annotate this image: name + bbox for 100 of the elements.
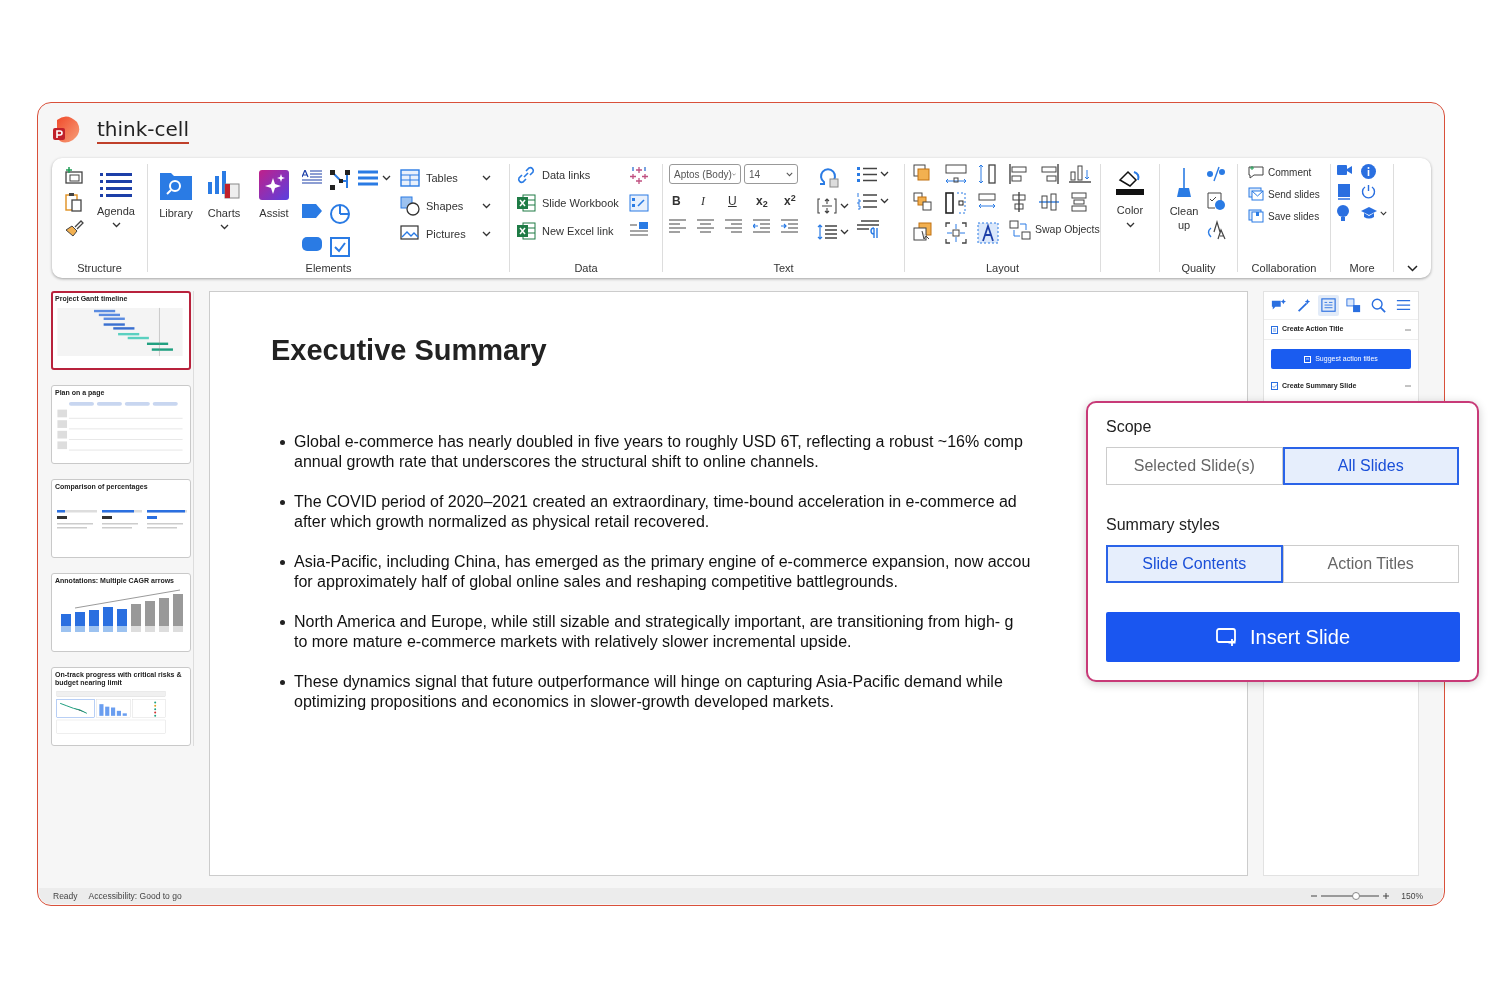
insert-slide-button[interactable]: Insert Slide	[1106, 612, 1460, 662]
spreadsheet-icon	[516, 193, 536, 213]
align-left-icon[interactable]	[669, 219, 686, 233]
superscript-button[interactable]: x$^{2}$	[781, 192, 809, 210]
sparkle-grid-icon[interactable]	[628, 166, 649, 185]
shapes-button[interactable]: Shapes	[400, 195, 491, 217]
caret-icon	[219, 223, 229, 230]
collapse-ribbon-icon[interactable]	[1407, 265, 1418, 272]
clean-up-button[interactable]: Clean up	[1166, 164, 1202, 261]
bar-chart-icon	[207, 170, 241, 200]
caret-icon[interactable]	[840, 229, 849, 235]
font-dropdown[interactable]: Aptos (Body)	[669, 164, 741, 184]
caret-icon[interactable]	[880, 198, 889, 204]
bullet-text: optimizing propositions and economics in slower-growth developed markets.	[294, 692, 835, 712]
send-slides-button[interactable]: Send slides	[1248, 186, 1330, 202]
segment-option[interactable]: Action Titles	[1282, 545, 1459, 583]
align-middle-icon[interactable]	[1039, 192, 1059, 212]
percent-icon[interactable]	[1206, 166, 1226, 182]
accessibility-status[interactable]: Accessibility: Good to go	[88, 889, 182, 903]
caret-icon[interactable]	[382, 175, 391, 181]
assist-button[interactable]: Assist	[252, 166, 296, 261]
select-cursor-icon[interactable]	[913, 222, 933, 242]
zoom-level[interactable]: 150%	[1401, 889, 1423, 903]
zoom-slider-thumb[interactable]	[1352, 892, 1361, 900]
segment-option[interactable]: Selected Slide(s)	[1106, 447, 1283, 485]
group-label: Layout	[986, 261, 1019, 275]
text-fit-icon[interactable]	[817, 197, 837, 215]
popup-label: Scope	[1106, 417, 1153, 437]
panel-tab[interactable]	[1318, 295, 1339, 316]
power-icon[interactable]	[1361, 184, 1376, 199]
stretch-vertical-icon[interactable]	[945, 192, 967, 214]
tag-shape-icon[interactable]	[302, 203, 322, 218]
graduation-cap-icon[interactable]	[1361, 207, 1377, 219]
align-center-horizontal-icon[interactable]	[1009, 192, 1029, 212]
lightbulb-icon[interactable]	[1337, 205, 1349, 221]
pictures-button[interactable]: Pictures	[400, 223, 491, 245]
bullet-icon	[280, 440, 285, 445]
subscript-button[interactable]: x$_{2}$	[753, 192, 781, 210]
swap-icon	[1009, 220, 1031, 240]
symbol-icon[interactable]	[817, 166, 839, 188]
bold-button[interactable]: B	[669, 192, 697, 210]
text-box-icon[interactable]	[302, 170, 322, 186]
distribute-vertical-icon[interactable]	[977, 164, 997, 184]
checkbox-icon[interactable]	[330, 237, 350, 258]
numbered-list-icon[interactable]	[857, 192, 877, 210]
data-label-icon[interactable]	[628, 221, 649, 237]
agenda-button[interactable]: Agenda	[94, 166, 138, 261]
paragraph-icon[interactable]	[857, 220, 879, 238]
linked-table-icon[interactable]	[628, 194, 649, 212]
book-icon[interactable]	[1337, 184, 1351, 200]
popup-label: Summary styles	[1106, 515, 1221, 535]
caret-icon[interactable]	[840, 203, 849, 209]
segment-option[interactable]: All Slides	[1282, 447, 1459, 485]
zoom-in-icon[interactable]	[1383, 893, 1390, 899]
stack-icon[interactable]	[1069, 192, 1089, 212]
pie-icon[interactable]	[330, 203, 350, 224]
color-button[interactable]: Color	[1108, 164, 1152, 228]
connector-icon[interactable]	[330, 170, 350, 190]
save-slides-button[interactable]: Save slides	[1248, 208, 1330, 224]
lines-icon[interactable]	[358, 170, 378, 186]
library-button[interactable]: Library	[156, 166, 196, 261]
info-icon[interactable]	[1361, 164, 1376, 179]
expand-icon[interactable]	[945, 222, 967, 244]
font-size-dropdown[interactable]: 14	[744, 164, 798, 184]
charts-button[interactable]: Charts	[202, 166, 246, 261]
slide-workbook-button[interactable]: Slide Workbook	[516, 193, 619, 213]
group-label: Collaboration	[1251, 261, 1317, 275]
bullet-list-icon[interactable]	[857, 166, 877, 182]
caret-icon[interactable]	[1380, 210, 1387, 216]
italic-button[interactable]: I	[697, 192, 725, 210]
send-backward-icon[interactable]	[913, 192, 933, 212]
decrease-indent-icon[interactable]	[753, 219, 770, 233]
align-right-icon[interactable]	[725, 219, 742, 233]
bring-forward-icon[interactable]	[913, 164, 933, 184]
app-title: think-cell	[97, 116, 189, 144]
tables-button[interactable]: Tables	[400, 167, 491, 189]
rounded-rectangle-icon[interactable]	[302, 237, 322, 252]
align-left-edges-icon[interactable]	[1009, 164, 1029, 184]
line-spacing-icon[interactable]	[817, 224, 837, 240]
align-right-edges-icon[interactable]	[1039, 164, 1059, 184]
globe-check-icon[interactable]	[1206, 191, 1226, 211]
paste-icon[interactable]	[64, 192, 84, 212]
underline-button[interactable]: U	[725, 192, 753, 210]
align-bottom-icon[interactable]	[1069, 164, 1091, 184]
swap-objects-button[interactable]: Swap Objects	[1009, 220, 1100, 240]
paintbrush-icon[interactable]	[64, 219, 84, 237]
caret-icon[interactable]	[880, 171, 889, 177]
comment-button[interactable]: Comment	[1248, 164, 1330, 180]
image-icon	[400, 225, 420, 243]
zoom-out-icon[interactable]	[1311, 893, 1318, 899]
align-center-icon[interactable]	[697, 219, 714, 233]
video-camera-icon[interactable]	[1337, 164, 1352, 176]
text-resize-icon[interactable]	[977, 222, 999, 244]
data-links-button[interactable]: Data links	[516, 165, 619, 185]
zoom-slider[interactable]	[1321, 892, 1380, 900]
add-slide-icon[interactable]	[64, 167, 84, 185]
segment-option[interactable]: Slide Contents	[1106, 545, 1283, 583]
distribute-horizontal-icon[interactable]	[945, 164, 967, 184]
increase-indent-icon[interactable]	[781, 219, 798, 233]
new-excel-link-button[interactable]: New Excel link	[516, 221, 619, 241]
